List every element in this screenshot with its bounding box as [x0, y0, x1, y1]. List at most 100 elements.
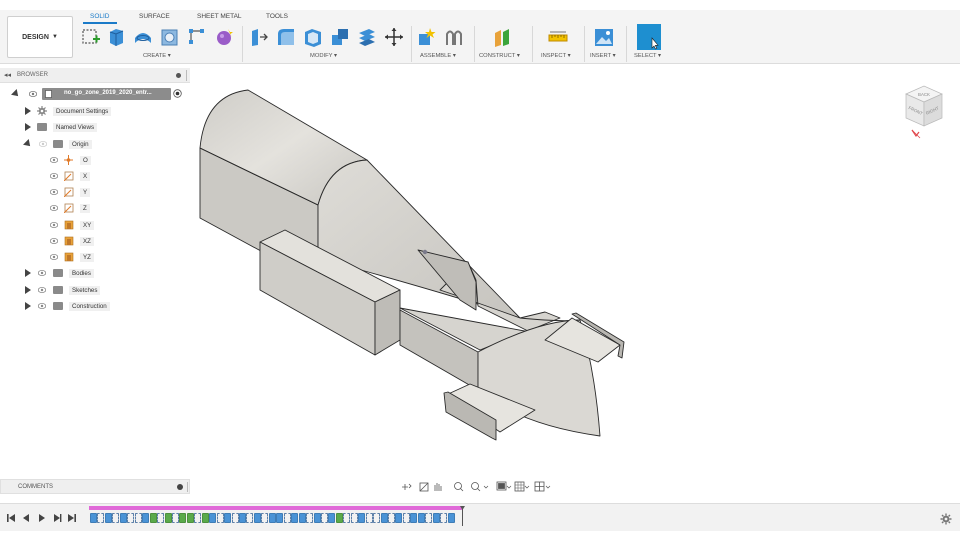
timeline-settings-gear-icon[interactable]: [940, 513, 952, 525]
timeline-feature-sketch-icon[interactable]: [365, 513, 373, 523]
visibility-eye-icon[interactable]: [50, 238, 58, 244]
timeline-feature-plane-icon[interactable]: [179, 513, 187, 523]
tab-solid[interactable]: SOLID: [90, 13, 110, 20]
browser-item-named-views[interactable]: Named Views: [0, 120, 190, 134]
assemble-menu[interactable]: ASSEMBLE ▾: [420, 53, 456, 59]
go-to-start-icon[interactable]: [6, 513, 16, 523]
timeline-feature-plane-icon[interactable]: [164, 513, 172, 523]
timeline-feature-body-icon[interactable]: [239, 513, 246, 523]
browser-item-origin[interactable]: Origin: [0, 137, 190, 151]
visibility-eye-icon[interactable]: [50, 205, 58, 211]
visibility-eye-icon[interactable]: [29, 91, 37, 97]
timeline-feature-sketch-icon[interactable]: [112, 513, 120, 523]
view-cube[interactable]: BACK RIGHT FRONT: [900, 80, 948, 140]
timeline-feature-sketch-icon[interactable]: [373, 513, 381, 523]
visibility-eye-icon[interactable]: [38, 303, 46, 309]
timeline-feature-body-icon[interactable]: [224, 513, 232, 523]
display-settings-icon[interactable]: [496, 481, 512, 491]
visibility-eye-icon[interactable]: [50, 173, 58, 179]
pan-hand-icon[interactable]: [434, 483, 442, 491]
viewcube-top-label[interactable]: BACK: [918, 92, 930, 97]
expand-toggle[interactable]: [25, 302, 31, 310]
timeline-feature-body-icon[interactable]: [447, 513, 455, 523]
expand-toggle[interactable]: [11, 89, 21, 99]
timeline-feature-body-icon[interactable]: [417, 513, 425, 523]
timeline-feature-body-icon[interactable]: [358, 513, 366, 523]
create-form-icon[interactable]: [214, 26, 234, 48]
expand-toggle[interactable]: [25, 123, 31, 131]
activate-radio-icon[interactable]: [173, 89, 182, 98]
rectangular-pattern-icon[interactable]: [187, 26, 207, 48]
timeline-track[interactable]: [89, 506, 463, 510]
modify-menu[interactable]: MODIFY ▾: [310, 53, 337, 59]
visibility-eye-icon[interactable]: [50, 189, 58, 195]
timeline-marker[interactable]: [460, 506, 465, 526]
timeline-feature-sketch-icon[interactable]: [261, 513, 269, 523]
timeline-feature-sketch-icon[interactable]: [231, 513, 239, 523]
timeline-feature-sketch-icon[interactable]: [194, 513, 202, 523]
play-icon[interactable]: [37, 513, 47, 523]
look-at-icon[interactable]: [419, 482, 429, 492]
browser-item-origin-point[interactable]: O: [0, 153, 190, 167]
workspace-switcher[interactable]: DESIGN ▼: [7, 16, 73, 58]
browser-item-yz-plane[interactable]: YZ: [0, 250, 190, 264]
timeline-feature-body-icon[interactable]: [410, 513, 418, 523]
viewports-icon[interactable]: [534, 481, 551, 492]
fillet-icon[interactable]: [276, 26, 296, 48]
timeline-feature-sketch-icon[interactable]: [402, 513, 410, 523]
timeline-feature-body-icon[interactable]: [276, 513, 284, 523]
timeline-feature-body-icon[interactable]: [432, 513, 440, 523]
tab-sheet-metal[interactable]: SHEET METAL: [197, 13, 242, 20]
timeline-feature-body-icon[interactable]: [268, 513, 276, 523]
timeline-feature-body-icon[interactable]: [90, 513, 97, 523]
timeline-feature-plane-icon[interactable]: [186, 513, 194, 523]
collapse-panel-icon[interactable]: ◂◂: [4, 71, 11, 79]
timeline-feature-body-icon[interactable]: [298, 513, 306, 523]
tab-surface[interactable]: SURFACE: [139, 13, 170, 20]
new-component-icon[interactable]: [417, 26, 437, 48]
browser-item-document-settings[interactable]: Document Settings: [0, 104, 190, 118]
joint-icon[interactable]: [444, 26, 464, 48]
hole-icon[interactable]: [160, 26, 180, 48]
press-pull-icon[interactable]: [249, 26, 269, 48]
timeline-feature-body-icon[interactable]: [380, 513, 388, 523]
shell-icon[interactable]: [303, 26, 323, 48]
browser-item-z-axis[interactable]: Z: [0, 201, 190, 215]
timeline-feature-sketch-icon[interactable]: [134, 513, 142, 523]
measure-icon[interactable]: [548, 26, 568, 48]
replace-face-icon[interactable]: [357, 26, 377, 48]
timeline-feature-sketch-icon[interactable]: [127, 513, 135, 523]
browser-item-construction[interactable]: Construction: [0, 299, 190, 313]
extrude-icon[interactable]: [106, 26, 126, 48]
browser-item-sketches[interactable]: Sketches: [0, 283, 190, 297]
timeline-feature-body-icon[interactable]: [119, 513, 127, 523]
timeline-feature-sketch-icon[interactable]: [350, 513, 358, 523]
timeline-feature-sketch-icon[interactable]: [171, 513, 179, 523]
zoom-window-icon[interactable]: [471, 482, 489, 492]
browser-item-bodies[interactable]: Bodies: [0, 266, 190, 280]
insert-image-icon[interactable]: [594, 26, 614, 48]
browser-item-xy-plane[interactable]: XY: [0, 218, 190, 232]
timeline-feature-sketch-icon[interactable]: [157, 513, 165, 523]
timeline-feature-body-icon[interactable]: [291, 513, 299, 523]
visibility-eye-icon[interactable]: [50, 254, 58, 260]
panel-grip[interactable]: [187, 482, 188, 492]
grid-settings-icon[interactable]: [514, 481, 530, 492]
timeline-feature-body-icon[interactable]: [395, 513, 403, 523]
orbit-icon[interactable]: [402, 483, 412, 490]
visibility-eye-icon[interactable]: [50, 157, 58, 163]
inspect-menu[interactable]: INSPECT ▾: [541, 53, 571, 59]
timeline-feature-body-icon[interactable]: [313, 513, 321, 523]
timeline-feature-sketch-icon[interactable]: [246, 513, 254, 523]
create-sketch-icon[interactable]: [81, 26, 101, 48]
timeline-feature-sketch-icon[interactable]: [343, 513, 351, 523]
timeline-feature-sketch-icon[interactable]: [388, 513, 395, 523]
revolve-icon[interactable]: [133, 26, 153, 48]
timeline-feature-sketch-icon[interactable]: [97, 513, 105, 523]
timeline-feature-sketch-icon[interactable]: [283, 513, 291, 523]
timeline-feature-plane-icon[interactable]: [149, 513, 157, 523]
model-viewport[interactable]: [190, 64, 960, 479]
create-menu[interactable]: CREATE ▾: [143, 53, 171, 59]
expand-toggle[interactable]: [25, 269, 31, 277]
select-menu[interactable]: SELECT ▾: [634, 53, 661, 59]
